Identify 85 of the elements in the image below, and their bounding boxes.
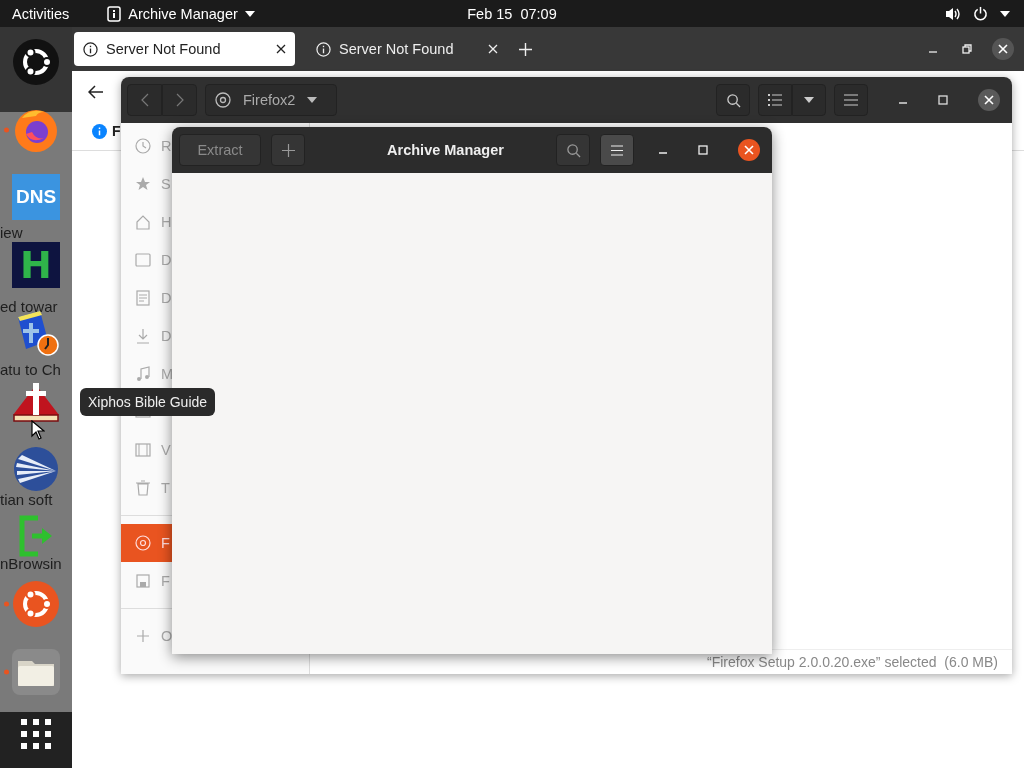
sidebar-item[interactable]: F: [121, 524, 172, 562]
folder-icon[interactable]: [12, 649, 60, 696]
close-button[interactable]: [978, 89, 1000, 111]
app-menu[interactable]: Archive Manager: [107, 5, 255, 22]
sidebar-item[interactable]: D: [121, 241, 172, 279]
close-icon: [998, 44, 1008, 54]
document-icon: [135, 290, 151, 306]
menu-button[interactable]: [834, 84, 868, 116]
disc-icon: [215, 92, 231, 108]
menu-button[interactable]: [600, 134, 634, 166]
ubuntu-icon[interactable]: [12, 37, 60, 86]
menu-icon: [611, 144, 623, 156]
page-text: iew: [0, 224, 23, 242]
menu-icon: [844, 94, 858, 106]
page-text: ed towar: [0, 298, 58, 316]
info-icon: [92, 123, 107, 139]
sidebar-item[interactable]: T: [121, 469, 172, 507]
film-icon: [135, 442, 151, 458]
location-button[interactable]: Firefox2: [205, 84, 337, 116]
caret-icon[interactable]: [1000, 10, 1010, 17]
close-icon[interactable]: [276, 44, 286, 54]
sidebar-item[interactable]: D: [121, 279, 172, 317]
tab-title: Server Not Found: [106, 41, 222, 57]
tooltip: Xiphos Bible Guide: [80, 388, 216, 416]
volume-icon[interactable]: [945, 6, 961, 21]
app-tile-icon[interactable]: DNS: [12, 174, 60, 221]
caret-icon: [244, 10, 255, 17]
sidebar-item[interactable]: D: [121, 317, 172, 355]
tab-title: Server Not Found: [339, 41, 455, 57]
download-icon: [135, 328, 151, 344]
power-icon[interactable]: [973, 6, 988, 21]
maximize-icon[interactable]: [938, 95, 948, 105]
maximize-icon[interactable]: [698, 145, 708, 155]
status-text: “Firefox Setup 2.0.0.20.exe” selected (6.0 MB): [706, 654, 998, 670]
music-note-icon: [135, 366, 151, 382]
activities-button[interactable]: Activities: [12, 5, 70, 22]
list-icon: [768, 94, 782, 106]
caret-icon: [307, 97, 318, 103]
sidebar-item[interactable]: H: [121, 203, 172, 241]
new-tab-icon[interactable]: [519, 42, 532, 56]
app-grid-icon[interactable]: [20, 717, 52, 750]
fan-icon[interactable]: [12, 444, 60, 493]
sidebar-item[interactable]: O: [121, 617, 172, 655]
sidebar-item[interactable]: F: [121, 562, 172, 600]
close-icon: [744, 145, 754, 155]
search-icon: [725, 92, 741, 108]
window-title: Archive Manager: [386, 142, 505, 158]
page-text: tian soft: [0, 491, 53, 509]
search-button[interactable]: [716, 84, 750, 116]
add-button[interactable]: [271, 134, 305, 166]
screen-icon: [135, 252, 151, 268]
back-arrow-icon[interactable]: [88, 84, 104, 99]
info-icon: [83, 41, 98, 57]
app-icon: [107, 5, 122, 22]
floppy-icon: [135, 573, 151, 589]
close-button[interactable]: [992, 38, 1014, 60]
restore-icon[interactable]: [962, 44, 972, 54]
disc-icon: [135, 535, 151, 551]
clock[interactable]: Feb 15 07:09: [467, 5, 557, 22]
app-tile-icon[interactable]: H: [12, 242, 60, 289]
sidebar-item[interactable]: R: [121, 127, 172, 165]
chevron-left-icon: [140, 93, 149, 107]
caret-icon: [804, 97, 814, 103]
clock-icon: [135, 138, 151, 154]
close-button[interactable]: [738, 139, 760, 161]
chevron-right-icon: [175, 93, 184, 107]
plus-icon: [135, 628, 151, 644]
sidebar-item[interactable]: S: [121, 165, 172, 203]
pointer-icon: [31, 420, 45, 440]
page-text: nBrowsin: [0, 555, 62, 573]
browser-tab[interactable]: Server Not Found: [307, 32, 507, 66]
page-text: atu to Ch: [0, 361, 61, 379]
list-view-button[interactable]: [758, 84, 792, 116]
info-icon: [316, 41, 331, 57]
close-icon: [984, 95, 994, 105]
view-options-button[interactable]: [792, 84, 826, 116]
info-bar-text: F: [112, 123, 121, 139]
search-icon: [565, 142, 581, 158]
sidebar-item[interactable]: V: [121, 431, 172, 469]
plus-icon: [281, 143, 295, 157]
star-icon: [135, 176, 151, 192]
search-button[interactable]: [556, 134, 590, 166]
house-icon: [135, 214, 151, 230]
browser-tab[interactable]: Server Not Found: [74, 32, 295, 66]
trash-icon: [135, 480, 151, 496]
